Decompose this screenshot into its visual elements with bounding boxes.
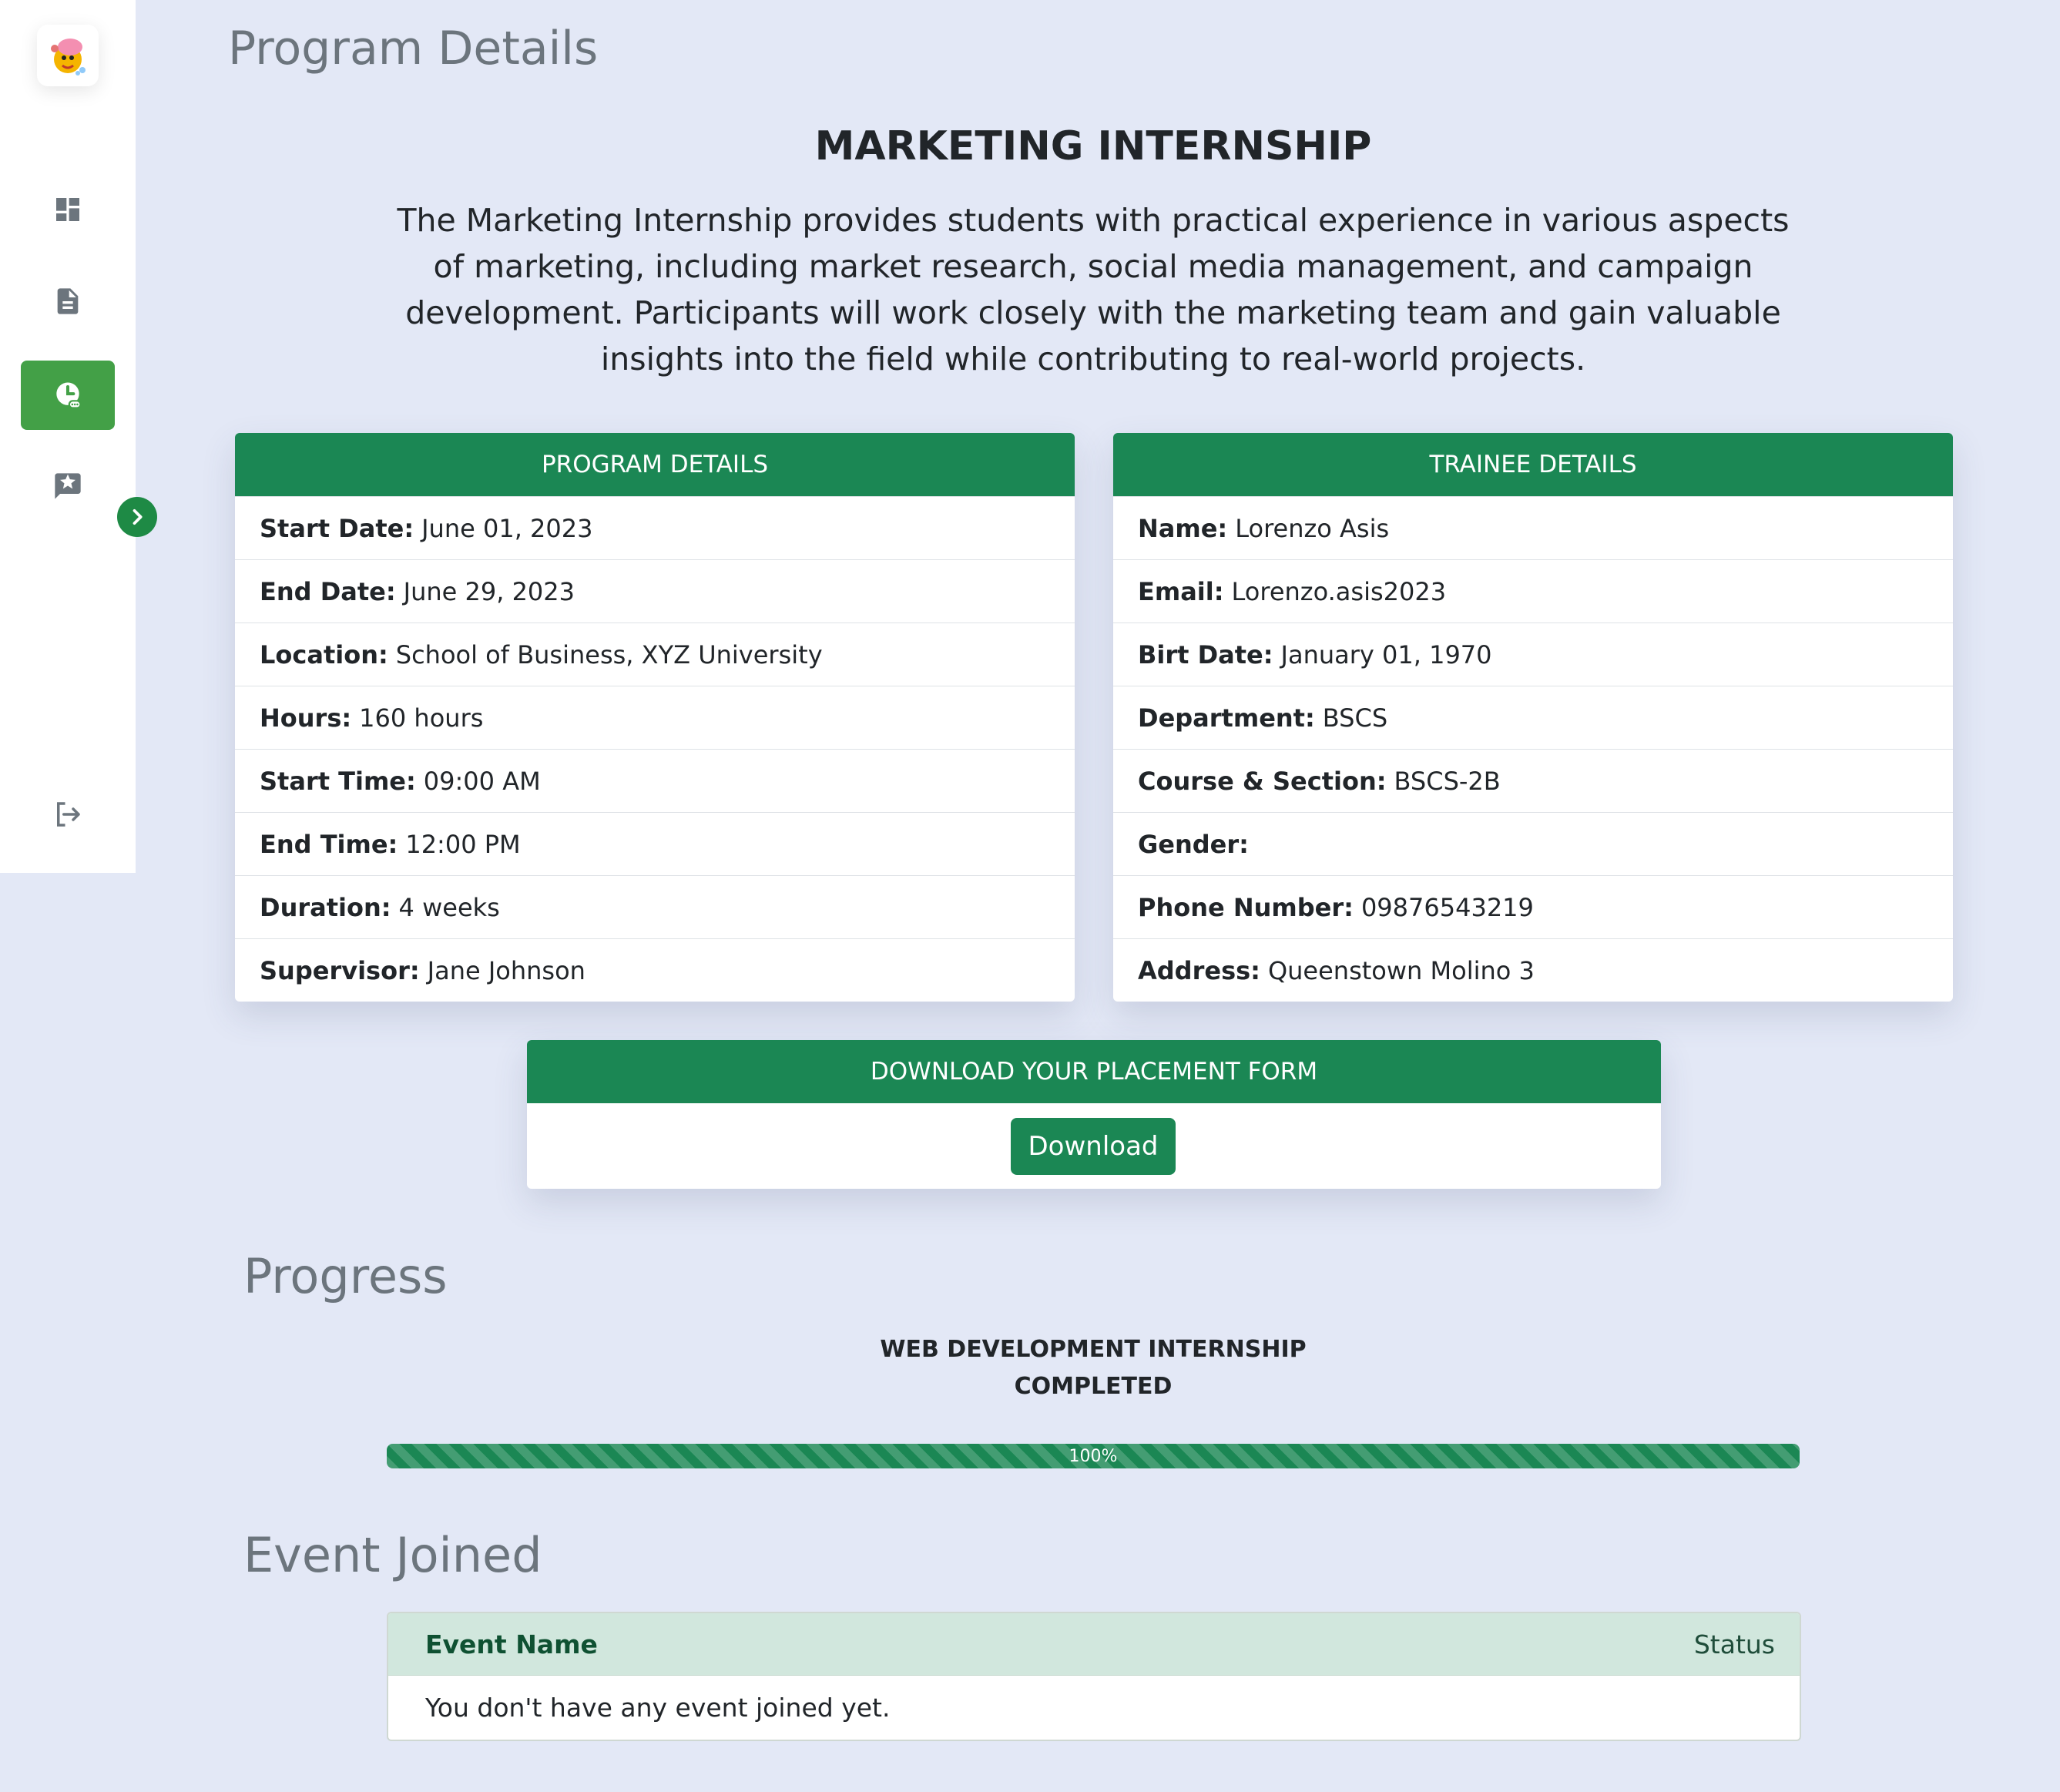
trainee-value: BSCS xyxy=(1322,703,1388,733)
detail-value: June 01, 2023 xyxy=(421,513,593,543)
sidebar-item-dashboard[interactable] xyxy=(21,175,115,244)
detail-row-duration: Duration: 4 weeks xyxy=(235,875,1075,938)
program-details-card: PROGRAM DETAILS Start Date: June 01, 2023… xyxy=(235,433,1075,1002)
sidebar-toggle-button[interactable] xyxy=(117,497,157,537)
detail-row-location: Location: School of Business, XYZ Univers… xyxy=(235,623,1075,686)
trainee-row-gender: Gender: xyxy=(1113,812,1953,875)
trainee-value: BSCS-2B xyxy=(1394,766,1501,796)
detail-label: Supervisor: xyxy=(260,955,420,985)
program-name: MARKETING INTERNSHIP xyxy=(814,123,1372,169)
progress-program-name: WEB DEVELOPMENT INTERNSHIP xyxy=(880,1336,1307,1363)
download-button[interactable]: Download xyxy=(1011,1118,1176,1175)
detail-row-start-time: Start Time: 09:00 AM xyxy=(235,749,1075,812)
dashboard-icon xyxy=(56,198,79,221)
progress-bar-fill: 100% xyxy=(387,1444,1800,1468)
detail-value: School of Business, XYZ University xyxy=(395,639,823,669)
detail-label: End Time: xyxy=(260,829,398,859)
trainee-label: Gender: xyxy=(1138,829,1249,859)
trainee-row-email: Email: Lorenzo.asis2023 xyxy=(1113,559,1953,623)
program-details-header: PROGRAM DETAILS xyxy=(235,433,1075,496)
logout-icon xyxy=(57,802,80,827)
detail-value: June 29, 2023 xyxy=(403,576,575,606)
detail-value: 4 weeks xyxy=(398,892,500,922)
trainee-value: 09876543219 xyxy=(1360,892,1534,922)
trainee-value: Queenstown Molino 3 xyxy=(1267,955,1535,985)
trainee-details-card: TRAINEE DETAILS Name: Lorenzo Asis Email:… xyxy=(1113,433,1953,1002)
progress-status: COMPLETED xyxy=(1014,1373,1173,1400)
trainee-row-birth-date: Birt Date: January 01, 1970 xyxy=(1113,623,1953,686)
sidebar-item-feedback[interactable] xyxy=(21,451,115,521)
detail-label: Start Date: xyxy=(260,513,414,543)
chat-star-icon xyxy=(55,473,81,499)
detail-label: Location: xyxy=(260,639,388,669)
events-table: Event Name Status You don't have any eve… xyxy=(387,1612,1801,1741)
sidebar xyxy=(0,0,136,873)
detail-row-start-date: Start Date: June 01, 2023 xyxy=(235,496,1075,559)
detail-value: Jane Johnson xyxy=(427,955,585,985)
trainee-row-department: Department: BSCS xyxy=(1113,686,1953,749)
detail-value: 160 hours xyxy=(359,703,484,733)
detail-row-end-date: End Date: June 29, 2023 xyxy=(235,559,1075,623)
trainee-value: January 01, 1970 xyxy=(1280,639,1492,669)
logout-button[interactable] xyxy=(21,780,115,849)
events-empty-message: You don't have any event joined yet. xyxy=(425,1692,891,1723)
logo-mascot-icon xyxy=(51,39,86,76)
trainee-label: Birt Date: xyxy=(1138,639,1273,669)
sidebar-item-progress[interactable] xyxy=(21,361,115,430)
detail-row-supervisor: Supervisor: Jane Johnson xyxy=(235,938,1075,1002)
events-title: Event Joined xyxy=(243,1527,542,1583)
page-title: Program Details xyxy=(228,22,599,76)
progress-title: Progress xyxy=(243,1248,448,1304)
detail-label: End Date: xyxy=(260,576,396,606)
trainee-label: Department: xyxy=(1138,703,1315,733)
detail-label: Duration: xyxy=(260,892,391,922)
detail-row-end-time: End Time: 12:00 PM xyxy=(235,812,1075,875)
sidebar-item-documents[interactable] xyxy=(21,267,115,336)
trainee-details-header: TRAINEE DETAILS xyxy=(1113,433,1953,496)
app-logo[interactable] xyxy=(37,25,99,86)
placement-form-header: DOWNLOAD YOUR PLACEMENT FORM xyxy=(527,1040,1661,1103)
column-header-event-name: Event Name xyxy=(425,1629,598,1659)
detail-label: Hours: xyxy=(260,703,352,733)
detail-value: 09:00 AM xyxy=(423,766,541,796)
trainee-row-address: Address: Queenstown Molino 3 xyxy=(1113,938,1953,1002)
trainee-value: Lorenzo Asis xyxy=(1235,513,1390,543)
trainee-row-course-section: Course & Section: BSCS-2B xyxy=(1113,749,1953,812)
progress-bar: 100% xyxy=(387,1444,1800,1468)
column-header-status: Status xyxy=(1693,1629,1775,1659)
detail-row-hours: Hours: 160 hours xyxy=(235,686,1075,749)
chevron-right-icon xyxy=(133,508,143,525)
events-table-header: Event Name Status xyxy=(388,1613,1800,1676)
trainee-label: Name: xyxy=(1138,513,1228,543)
trainee-label: Email: xyxy=(1138,576,1224,606)
trainee-label: Course & Section: xyxy=(1138,766,1387,796)
trainee-row-name: Name: Lorenzo Asis xyxy=(1113,496,1953,559)
document-icon xyxy=(57,288,79,314)
program-description: The Marketing Internship provides studen… xyxy=(397,202,1790,378)
trainee-row-phone: Phone Number: 09876543219 xyxy=(1113,875,1953,938)
detail-value: 12:00 PM xyxy=(405,829,521,859)
clock-icon xyxy=(56,382,82,409)
trainee-label: Phone Number: xyxy=(1138,892,1354,922)
detail-label: Start Time: xyxy=(260,766,416,796)
trainee-label: Address: xyxy=(1138,955,1260,985)
trainee-value: Lorenzo.asis2023 xyxy=(1231,576,1447,606)
